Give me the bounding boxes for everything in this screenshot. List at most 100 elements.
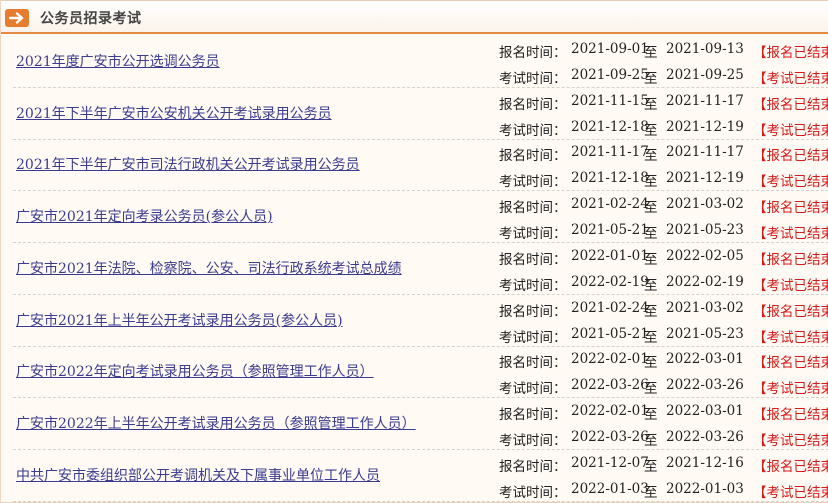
signup-start-date: 2021-02-24 xyxy=(571,299,649,316)
exam-start-date: 2021-09-25 xyxy=(571,67,649,83)
exam-start-date: 2021-12-18 xyxy=(571,118,649,135)
signup-status-badge: 【报名已结束 xyxy=(753,406,828,423)
range-separator: 至 xyxy=(644,329,658,346)
range-separator: 至 xyxy=(644,96,658,113)
signup-time-label: 报名时间： xyxy=(499,406,567,423)
range-separator: 至 xyxy=(644,432,658,449)
exam-time-label: 考试时间： xyxy=(499,71,567,87)
list-item: 中共广安市委组织部公开考调机关及下属事业单位工作人员 报名时间： 2021-12… xyxy=(1,450,828,502)
signup-start-date: 2021-02-24 xyxy=(571,196,649,213)
signup-status-badge: 【报名已结束 xyxy=(753,303,828,320)
range-separator: 至 xyxy=(644,148,658,165)
exam-end-date: 2022-02-19 xyxy=(666,273,744,290)
exam-status-badge: 【考试已结束 xyxy=(753,174,828,191)
exam-start-date: 2022-02-19 xyxy=(571,273,649,290)
exam-start-date: 2021-05-21 xyxy=(571,325,649,342)
exam-time-label: 考试时间： xyxy=(499,432,567,449)
signup-time-label: 报名时间： xyxy=(499,200,567,217)
signup-end-date: 2022-02-05 xyxy=(666,247,744,264)
range-separator: 至 xyxy=(644,484,658,501)
list-item: 2021年下半年广安市司法行政机关公开考试录用公务员 报名时间： 2021-11… xyxy=(1,139,828,192)
exam-title-link[interactable]: 2021年下半年广安市司法行政机关公开考试录用公务员 xyxy=(16,154,360,174)
exam-end-date: 2022-03-26 xyxy=(666,428,744,445)
exam-end-date: 2021-12-19 xyxy=(666,118,744,135)
arrow-right-icon xyxy=(5,9,29,27)
signup-end-date: 2021-03-02 xyxy=(666,196,744,213)
signup-status-badge: 【报名已结束 xyxy=(753,355,828,372)
exam-end-date: 2022-01-03 xyxy=(666,480,744,497)
signup-status-badge: 【报名已结束 xyxy=(753,458,828,475)
signup-end-date: 2022-03-01 xyxy=(666,402,744,419)
signup-time-label: 报名时间： xyxy=(499,303,567,320)
signup-start-date: 2022-02-01 xyxy=(571,351,649,368)
range-separator: 至 xyxy=(644,122,658,139)
range-separator: 至 xyxy=(644,277,658,294)
signup-status-badge: 【报名已结束 xyxy=(753,251,828,268)
exam-title-link[interactable]: 2021年下半年广安市公安机关公开考试录用公务员 xyxy=(16,103,332,123)
signup-start-date: 2021-09-01 xyxy=(571,41,649,57)
exam-status-badge: 【考试已结束 xyxy=(753,277,828,294)
exam-start-date: 2022-03-26 xyxy=(571,377,649,394)
exam-time-label: 考试时间： xyxy=(499,484,567,501)
exam-end-date: 2021-09-25 xyxy=(666,67,744,83)
range-separator: 至 xyxy=(644,174,658,191)
exam-status-badge: 【考试已结束 xyxy=(753,226,828,243)
exam-status-badge: 【考试已结束 xyxy=(753,381,828,398)
exam-time-label: 考试时间： xyxy=(499,122,567,139)
range-separator: 至 xyxy=(644,71,658,87)
exam-end-date: 2021-05-23 xyxy=(666,325,744,342)
panel-title: 公务员招录考试 xyxy=(40,11,142,27)
range-separator: 至 xyxy=(644,381,658,398)
list-item: 广安市2021年定向考录公务员(参公人员) 报名时间： 2021-02-24 至… xyxy=(1,191,828,244)
signup-time-label: 报名时间： xyxy=(499,251,567,268)
signup-time-label: 报名时间： xyxy=(499,458,567,475)
exam-title-link[interactable]: 广安市2022年定向考试录用公务员（参照管理工作人员） xyxy=(16,361,374,381)
exam-status-badge: 【考试已结束 xyxy=(753,71,828,87)
exam-start-date: 2021-05-21 xyxy=(571,222,649,239)
signup-status-badge: 【报名已结束 xyxy=(753,96,828,113)
signup-status-badge: 【报名已结束 xyxy=(753,45,828,61)
exam-start-date: 2021-12-18 xyxy=(571,170,649,187)
list-item: 广安市2022年上半年公开考试录用公务员（参照管理工作人员） 报名时间： 202… xyxy=(1,398,828,450)
range-separator: 至 xyxy=(644,251,658,268)
signup-end-date: 2021-11-17 xyxy=(666,144,744,161)
range-separator: 至 xyxy=(644,200,658,217)
exam-title-link[interactable]: 中共广安市委组织部公开考调机关及下属事业单位工作人员 xyxy=(16,465,380,485)
range-separator: 至 xyxy=(644,45,658,61)
signup-time-label: 报名时间： xyxy=(499,355,567,372)
exam-time-label: 考试时间： xyxy=(499,277,567,294)
signup-start-date: 2021-11-17 xyxy=(571,144,649,161)
signup-end-date: 2021-09-13 xyxy=(666,41,744,57)
exam-title-link[interactable]: 广安市2022年上半年公开考试录用公务员（参照管理工作人员） xyxy=(16,413,416,433)
exam-status-badge: 【考试已结束 xyxy=(753,432,828,449)
signup-start-date: 2022-01-01 xyxy=(571,247,649,264)
signup-end-date: 2021-11-17 xyxy=(666,92,744,109)
signup-time-label: 报名时间： xyxy=(499,45,567,61)
list-item: 广安市2022年定向考试录用公务员（参照管理工作人员） 报名时间： 2022-0… xyxy=(1,346,828,399)
list-item: 2021年下半年广安市公安机关公开考试录用公务员 报名时间： 2021-11-1… xyxy=(1,88,828,140)
range-separator: 至 xyxy=(644,406,658,423)
exam-time-label: 考试时间： xyxy=(499,174,567,191)
exam-start-date: 2022-03-26 xyxy=(571,428,649,445)
list-item: 广安市2021年上半年公开考试录用公务员(参公人员) 报名时间： 2021-02… xyxy=(1,295,828,347)
exam-status-badge: 【考试已结束 xyxy=(753,329,828,346)
exam-title-link[interactable]: 广安市2021年定向考录公务员(参公人员) xyxy=(16,206,273,226)
exam-status-badge: 【考试已结束 xyxy=(753,484,828,501)
exam-title-link[interactable]: 2021年度广安市公开选调公务员 xyxy=(16,51,220,71)
signup-status-badge: 【报名已结束 xyxy=(753,148,828,165)
exam-title-link[interactable]: 广安市2021年上半年公开考试录用公务员(参公人员) xyxy=(16,310,343,330)
row-divider xyxy=(13,500,828,502)
list-item: 广安市2021年法院、检察院、公安、司法行政系统考试总成绩 报名时间： 2022… xyxy=(1,243,828,295)
range-separator: 至 xyxy=(644,355,658,372)
range-separator: 至 xyxy=(644,226,658,243)
list-item: 2021年度广安市公开选调公务员 报名时间： 2021-09-01 至 2021… xyxy=(1,36,828,88)
exam-time-label: 考试时间： xyxy=(499,381,567,398)
exam-end-date: 2021-05-23 xyxy=(666,222,744,239)
signup-start-date: 2021-11-15 xyxy=(571,92,649,109)
exam-title-link[interactable]: 广安市2021年法院、检察院、公安、司法行政系统考试总成绩 xyxy=(16,258,402,278)
exam-start-date: 2022-01-03 xyxy=(571,480,649,497)
signup-time-label: 报名时间： xyxy=(499,96,567,113)
range-separator: 至 xyxy=(644,303,658,320)
signup-end-date: 2021-03-02 xyxy=(666,299,744,316)
signup-status-badge: 【报名已结束 xyxy=(753,200,828,217)
